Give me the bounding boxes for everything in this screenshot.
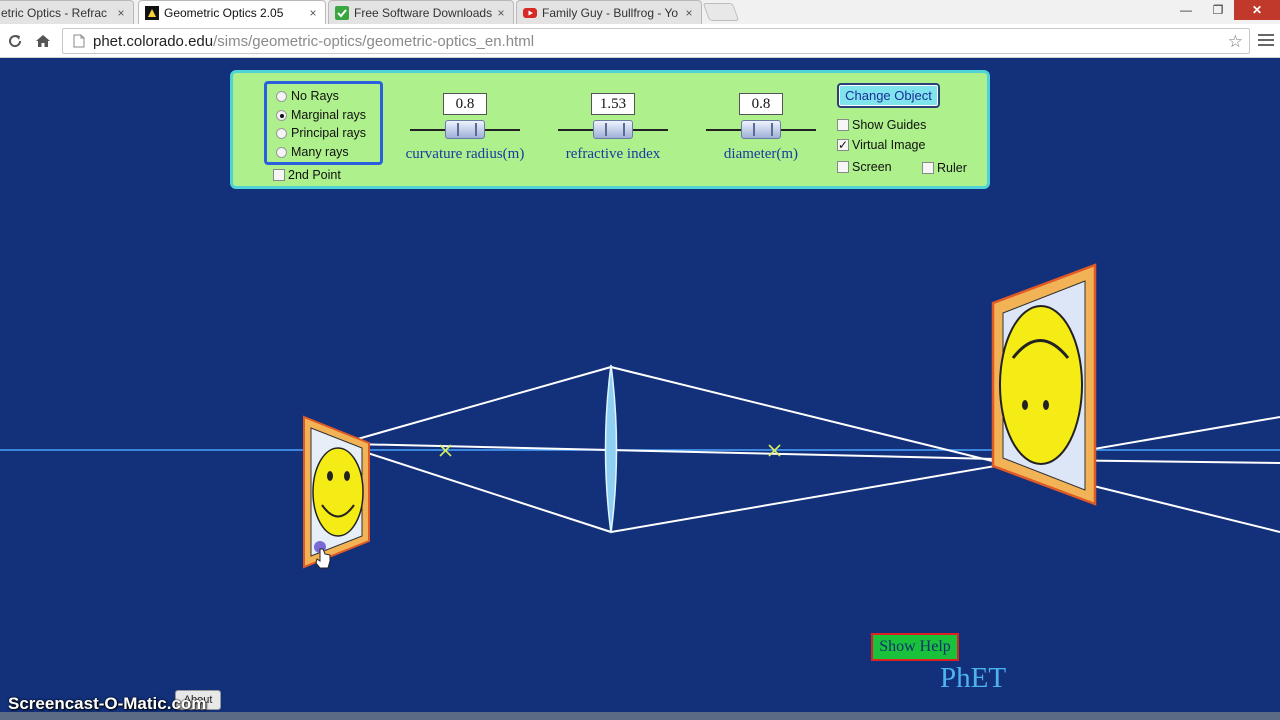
radio-no-rays[interactable]: No Rays bbox=[276, 89, 339, 103]
checkbox[interactable] bbox=[922, 162, 934, 174]
screen-toggle[interactable]: Screen bbox=[837, 160, 892, 174]
radio-label: Marginal rays bbox=[291, 108, 367, 122]
download-icon bbox=[335, 5, 349, 20]
change-object-button[interactable]: Change Object bbox=[837, 83, 940, 108]
tab-title: Family Guy - Bullfrog - Yo bbox=[542, 5, 679, 20]
tab-title: Geometric Optics 2.05 bbox=[164, 5, 284, 20]
tab-strip: etric Optics - Refrac × Geometric Optics… bbox=[0, 0, 1280, 24]
checkbox-label: Virtual Image bbox=[852, 138, 926, 152]
phet-logo: PhET bbox=[940, 662, 1007, 694]
checkbox[interactable] bbox=[837, 119, 849, 131]
new-tab-button[interactable] bbox=[702, 3, 740, 21]
radio-button[interactable] bbox=[276, 109, 287, 121]
radio-label: Principal rays bbox=[291, 126, 367, 140]
tab-geometric-optics[interactable]: Geometric Optics 2.05 × bbox=[138, 0, 326, 24]
slider-knob[interactable] bbox=[741, 120, 781, 139]
object-smiley[interactable] bbox=[303, 415, 370, 569]
slider-knob[interactable] bbox=[593, 120, 633, 139]
slider-label: diameter(m) bbox=[723, 146, 799, 162]
minimize-button[interactable]: — bbox=[1170, 0, 1202, 20]
ray-options-group: No Rays Marginal rays Principal rays Man… bbox=[264, 81, 383, 165]
diameter-value[interactable]: 0.8 bbox=[739, 93, 783, 115]
virtual-image-toggle[interactable]: ✓ Virtual Image bbox=[837, 138, 925, 152]
menu-icon[interactable] bbox=[1258, 32, 1274, 48]
tab-close-icon[interactable]: × bbox=[681, 6, 697, 20]
checkbox[interactable] bbox=[837, 161, 849, 173]
refractive-index-value[interactable]: 1.53 bbox=[591, 93, 635, 115]
tab-close-icon[interactable]: × bbox=[305, 6, 321, 20]
phet-icon bbox=[145, 5, 159, 20]
radio-marginal-rays[interactable]: Marginal rays bbox=[276, 108, 366, 122]
reload-icon[interactable] bbox=[4, 30, 26, 52]
radio-principal-rays[interactable]: Principal rays bbox=[276, 126, 366, 140]
lens[interactable] bbox=[604, 364, 618, 534]
tab-family-guy[interactable]: Family Guy - Bullfrog - Yo × bbox=[516, 0, 702, 24]
tab-title: etric Optics - Refrac bbox=[1, 5, 108, 20]
page-icon bbox=[71, 33, 87, 49]
image-smiley bbox=[991, 263, 1097, 506]
radio-many-rays[interactable]: Many rays bbox=[276, 145, 349, 159]
url-host: phet.colorado.edu bbox=[93, 32, 214, 50]
checkbox[interactable] bbox=[273, 169, 285, 181]
youtube-icon bbox=[523, 6, 537, 20]
checkbox-label: Screen bbox=[852, 160, 892, 174]
window-controls: — ❐ ✕ bbox=[1170, 0, 1280, 20]
second-point-toggle[interactable]: 2nd Point bbox=[273, 168, 341, 182]
browser-toolbar: phet.colorado.edu /sims/geometric-optics… bbox=[0, 24, 1280, 58]
tab-title: Free Software Downloads bbox=[354, 5, 493, 20]
slider-knob[interactable] bbox=[445, 120, 485, 139]
radio-label: No Rays bbox=[291, 89, 339, 103]
curvature-radius-slider: 0.8 curvature radius(m) bbox=[390, 93, 540, 173]
checkbox-checked[interactable]: ✓ bbox=[837, 139, 849, 151]
radio-button[interactable] bbox=[276, 127, 287, 139]
checkbox-label: 2nd Point bbox=[288, 168, 341, 182]
radio-label: Many rays bbox=[291, 145, 349, 159]
ruler-toggle[interactable]: Ruler bbox=[922, 161, 967, 175]
show-help-button[interactable]: Show Help bbox=[871, 633, 959, 661]
bookmark-star-icon[interactable]: ☆ bbox=[1228, 32, 1243, 52]
control-panel: No Rays Marginal rays Principal rays Man… bbox=[230, 70, 990, 189]
diameter-slider: 0.8 diameter(m) bbox=[686, 93, 836, 173]
checkbox-label: Ruler bbox=[937, 161, 967, 175]
curvature-radius-value[interactable]: 0.8 bbox=[443, 93, 487, 115]
slider-label: refractive index bbox=[565, 146, 661, 162]
checkbox-label: Show Guides bbox=[852, 118, 927, 132]
taskbar bbox=[0, 712, 1280, 720]
tab-close-icon[interactable]: × bbox=[113, 6, 129, 20]
slider-label: curvature radius(m) bbox=[405, 146, 525, 162]
radio-button[interactable] bbox=[276, 146, 287, 158]
home-icon[interactable] bbox=[32, 30, 54, 52]
tab-geometric-optics-refraction[interactable]: etric Optics - Refrac × bbox=[0, 0, 134, 24]
show-guides-toggle[interactable]: Show Guides bbox=[837, 118, 926, 132]
close-window-button[interactable]: ✕ bbox=[1234, 0, 1280, 20]
screencast-watermark: Screencast-O-Matic.com bbox=[8, 694, 207, 713]
address-bar[interactable]: phet.colorado.edu /sims/geometric-optics… bbox=[62, 28, 1250, 54]
tab-free-software-downloads[interactable]: Free Software Downloads × bbox=[328, 0, 514, 24]
radio-button[interactable] bbox=[276, 90, 287, 102]
refractive-index-slider: 1.53 refractive index bbox=[538, 93, 688, 173]
tab-close-icon[interactable]: × bbox=[493, 6, 509, 20]
url-path: /sims/geometric-optics/geometric-optics_… bbox=[213, 32, 535, 50]
restore-button[interactable]: ❐ bbox=[1202, 0, 1234, 20]
simulation-canvas[interactable]: No Rays Marginal rays Principal rays Man… bbox=[0, 58, 1280, 720]
